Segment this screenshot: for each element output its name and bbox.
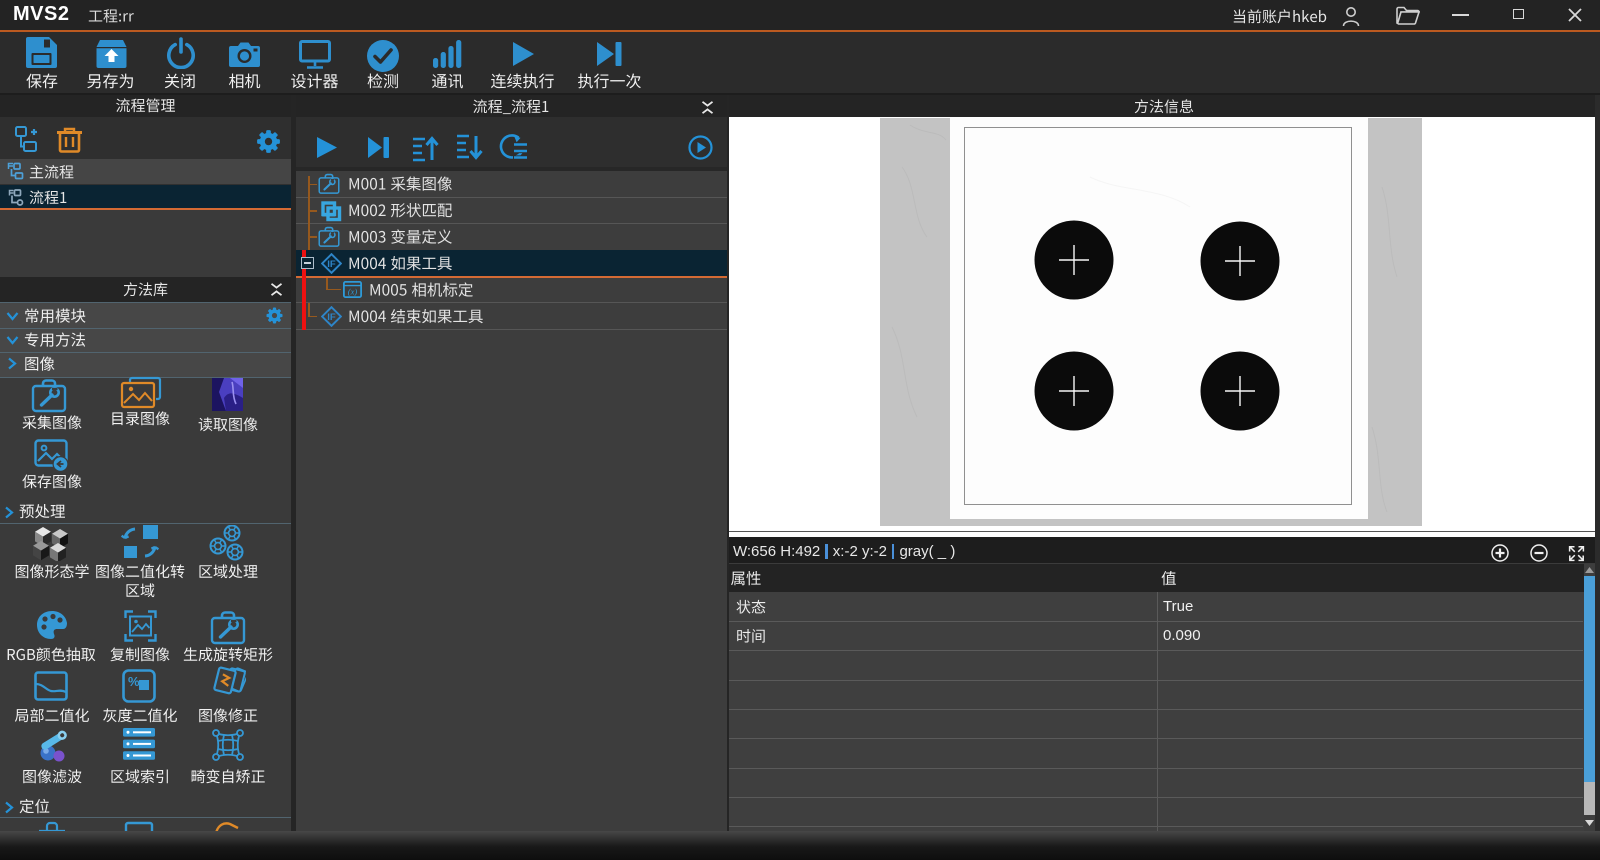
svg-text:(x): (x) — [348, 287, 358, 297]
svg-text:IF: IF — [327, 312, 336, 323]
svg-text:IF: IF — [327, 259, 336, 270]
svg-text:%: % — [128, 674, 140, 689]
